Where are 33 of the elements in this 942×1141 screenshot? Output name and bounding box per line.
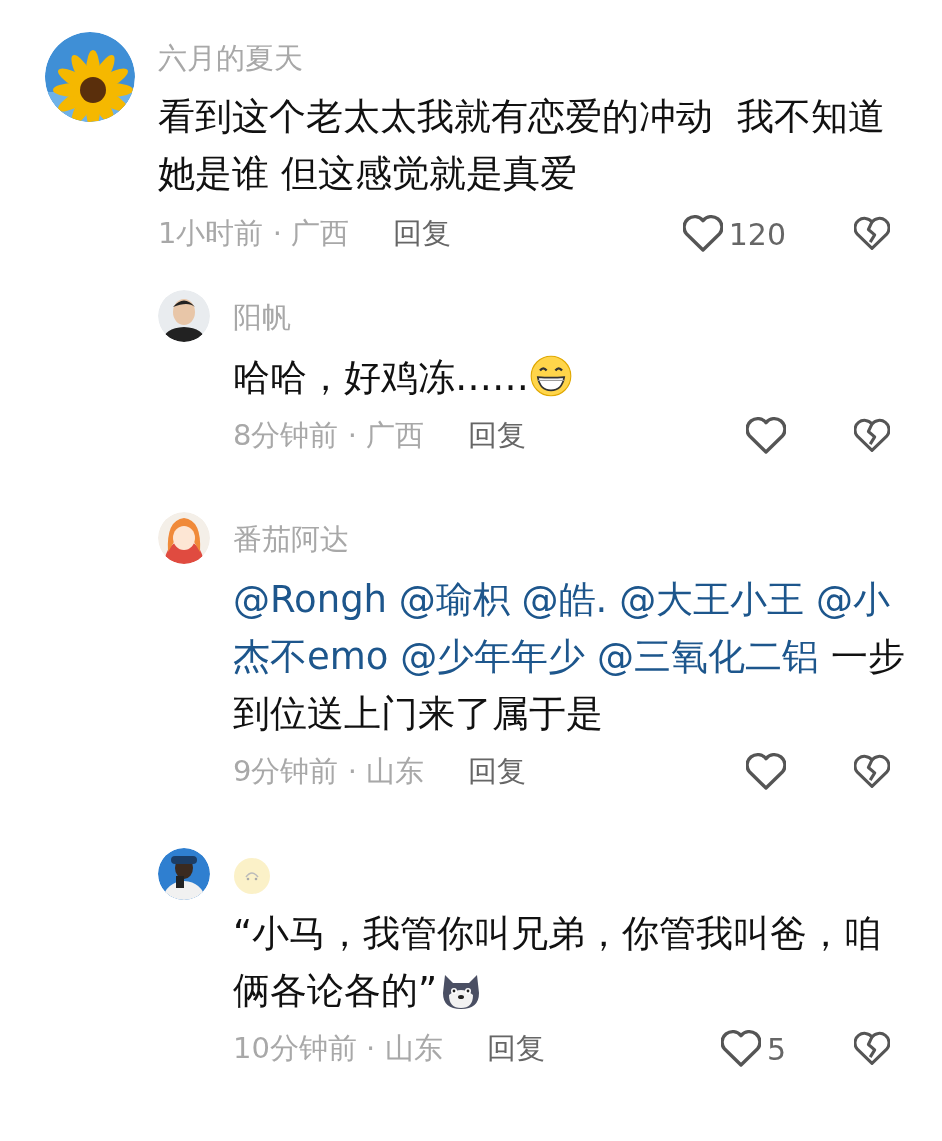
like-button[interactable] [746, 752, 786, 792]
reply-link[interactable]: 回复 [486, 1029, 545, 1069]
comment-time-location: 1小时前 · 广西 [158, 215, 350, 252]
comment-text: 哈哈，好鸡冻…… [233, 349, 906, 406]
heart-icon [746, 752, 786, 792]
reply-link[interactable]: 回复 [468, 416, 527, 456]
dislike-button[interactable] [854, 216, 890, 252]
face-emoji-icon [233, 857, 271, 895]
user-name: 阳帆 [233, 299, 292, 336]
broken-heart-icon [854, 1031, 890, 1067]
grin-emoji-icon [529, 354, 573, 398]
comment-text: 看到这个老太太我就有恋爱的冲动 我不知道她是谁 但这感觉就是真爱 [158, 94, 886, 197]
reply-link[interactable]: 回复 [393, 214, 452, 254]
comment-time-location: 8分钟前 · 广西 [233, 417, 425, 454]
user-name: 六月的夏天 [158, 40, 304, 77]
like-button[interactable] [746, 416, 786, 456]
comment-text: @Rongh @瑜枳 @皓. @大王小王 @小杰不emo @少年年少 @三氧化二铝 一步到位送上门来了属于是 [233, 577, 906, 737]
heart-icon [720, 1029, 761, 1069]
broken-heart-icon [854, 418, 890, 454]
broken-heart-icon [854, 754, 890, 790]
heart-icon [746, 416, 786, 456]
comment-time-location: 9分钟前 · 山东 [233, 753, 425, 790]
like-button[interactable]: 5 [720, 1029, 786, 1069]
comment-time-location: 10分钟前 · 山东 [233, 1030, 443, 1067]
user-name: 番茄阿达 [233, 521, 350, 558]
heart-icon [682, 214, 723, 254]
reply-link[interactable]: 回复 [468, 752, 527, 792]
like-button[interactable]: 120 [682, 214, 786, 254]
dislike-button[interactable] [854, 418, 890, 454]
dislike-button[interactable] [854, 754, 890, 790]
comment-text: “小马，我管你叫兄弟，你管我叫爸，咱俩各论各的” [233, 911, 883, 1015]
dislike-button[interactable] [854, 1031, 890, 1067]
broken-heart-icon [854, 216, 890, 252]
